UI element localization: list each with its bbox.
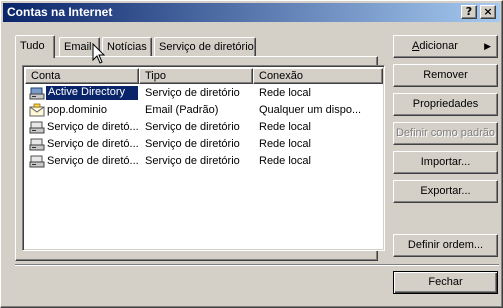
account-name: Active Directory <box>46 86 138 100</box>
mouse-cursor-icon <box>92 43 106 64</box>
set-order-button[interactable]: Definir ordem... <box>393 234 498 257</box>
account-type: Serviço de diretório <box>145 138 240 150</box>
properties-button[interactable]: Propriedades <box>393 93 498 116</box>
column-header-conta[interactable]: Conta <box>25 68 139 84</box>
window-title: Contas na Internet <box>7 5 113 19</box>
account-connection: Rede local <box>259 121 311 133</box>
add-button[interactable]: Adicionar ▶ <box>393 35 498 58</box>
help-button[interactable]: ? <box>461 5 477 19</box>
list-item[interactable]: pop.dominio Email (Padrão) Qualquer um d… <box>25 102 382 119</box>
tab-label: Email <box>64 41 92 53</box>
account-name: Serviço de diretó... <box>47 155 139 167</box>
accounts-list[interactable]: Conta Tipo Conexão Active Directory Serv… <box>22 65 385 251</box>
tab-servico-diretorio[interactable]: Serviço de diretório <box>154 37 256 57</box>
tab-tudo[interactable]: Tudo <box>15 35 55 58</box>
add-button-label: Adicionar <box>412 40 458 52</box>
tab-label: Notícias <box>107 41 147 53</box>
remove-button[interactable]: Remover <box>393 64 498 87</box>
list-header: Conta Tipo Conexão <box>25 68 383 84</box>
column-header-conexao[interactable]: Conexão <box>253 68 383 84</box>
account-type: Email (Padrão) <box>145 104 219 116</box>
list-item[interactable]: Serviço de diretó... Serviço de diretóri… <box>25 119 382 136</box>
account-name: Serviço de diretó... <box>47 121 139 133</box>
directory-service-icon <box>29 121 45 134</box>
account-name: Serviço de diretó... <box>47 138 139 150</box>
export-button[interactable]: Exportar... <box>393 180 498 203</box>
accounts-dialog: Contas na Internet ? × Tudo Email Notíci… <box>0 0 503 308</box>
account-connection: Rede local <box>259 138 311 150</box>
mail-account-icon <box>29 103 45 117</box>
title-bar[interactable]: Contas na Internet ? × <box>3 3 500 22</box>
account-connection: Rede local <box>259 87 311 99</box>
tab-label: Tudo <box>20 40 45 52</box>
separator <box>15 264 499 266</box>
account-connection: Rede local <box>259 155 311 167</box>
submenu-arrow-icon: ▶ <box>484 41 491 51</box>
directory-service-icon <box>29 155 45 168</box>
account-type: Serviço de diretório <box>145 121 240 133</box>
account-connection: Qualquer um dispo... <box>259 104 362 116</box>
close-dialog-button[interactable]: Fechar <box>393 271 498 294</box>
tab-noticias[interactable]: Notícias <box>102 37 152 57</box>
list-item[interactable]: Active Directory Serviço de diretório Re… <box>25 85 382 102</box>
list-item[interactable]: Serviço de diretó... Serviço de diretóri… <box>25 136 382 153</box>
account-name: pop.dominio <box>47 104 107 116</box>
set-default-button[interactable]: Definir como padrão <box>393 122 498 145</box>
tab-label: Serviço de diretório <box>159 41 254 53</box>
account-type: Serviço de diretório <box>145 87 240 99</box>
list-item[interactable]: Serviço de diretó... Serviço de diretóri… <box>25 153 382 170</box>
close-button[interactable]: × <box>480 5 496 19</box>
column-header-tipo[interactable]: Tipo <box>139 68 253 84</box>
directory-service-icon <box>29 87 45 100</box>
import-button[interactable]: Importar... <box>393 151 498 174</box>
account-type: Serviço de diretório <box>145 155 240 167</box>
directory-service-icon <box>29 138 45 151</box>
